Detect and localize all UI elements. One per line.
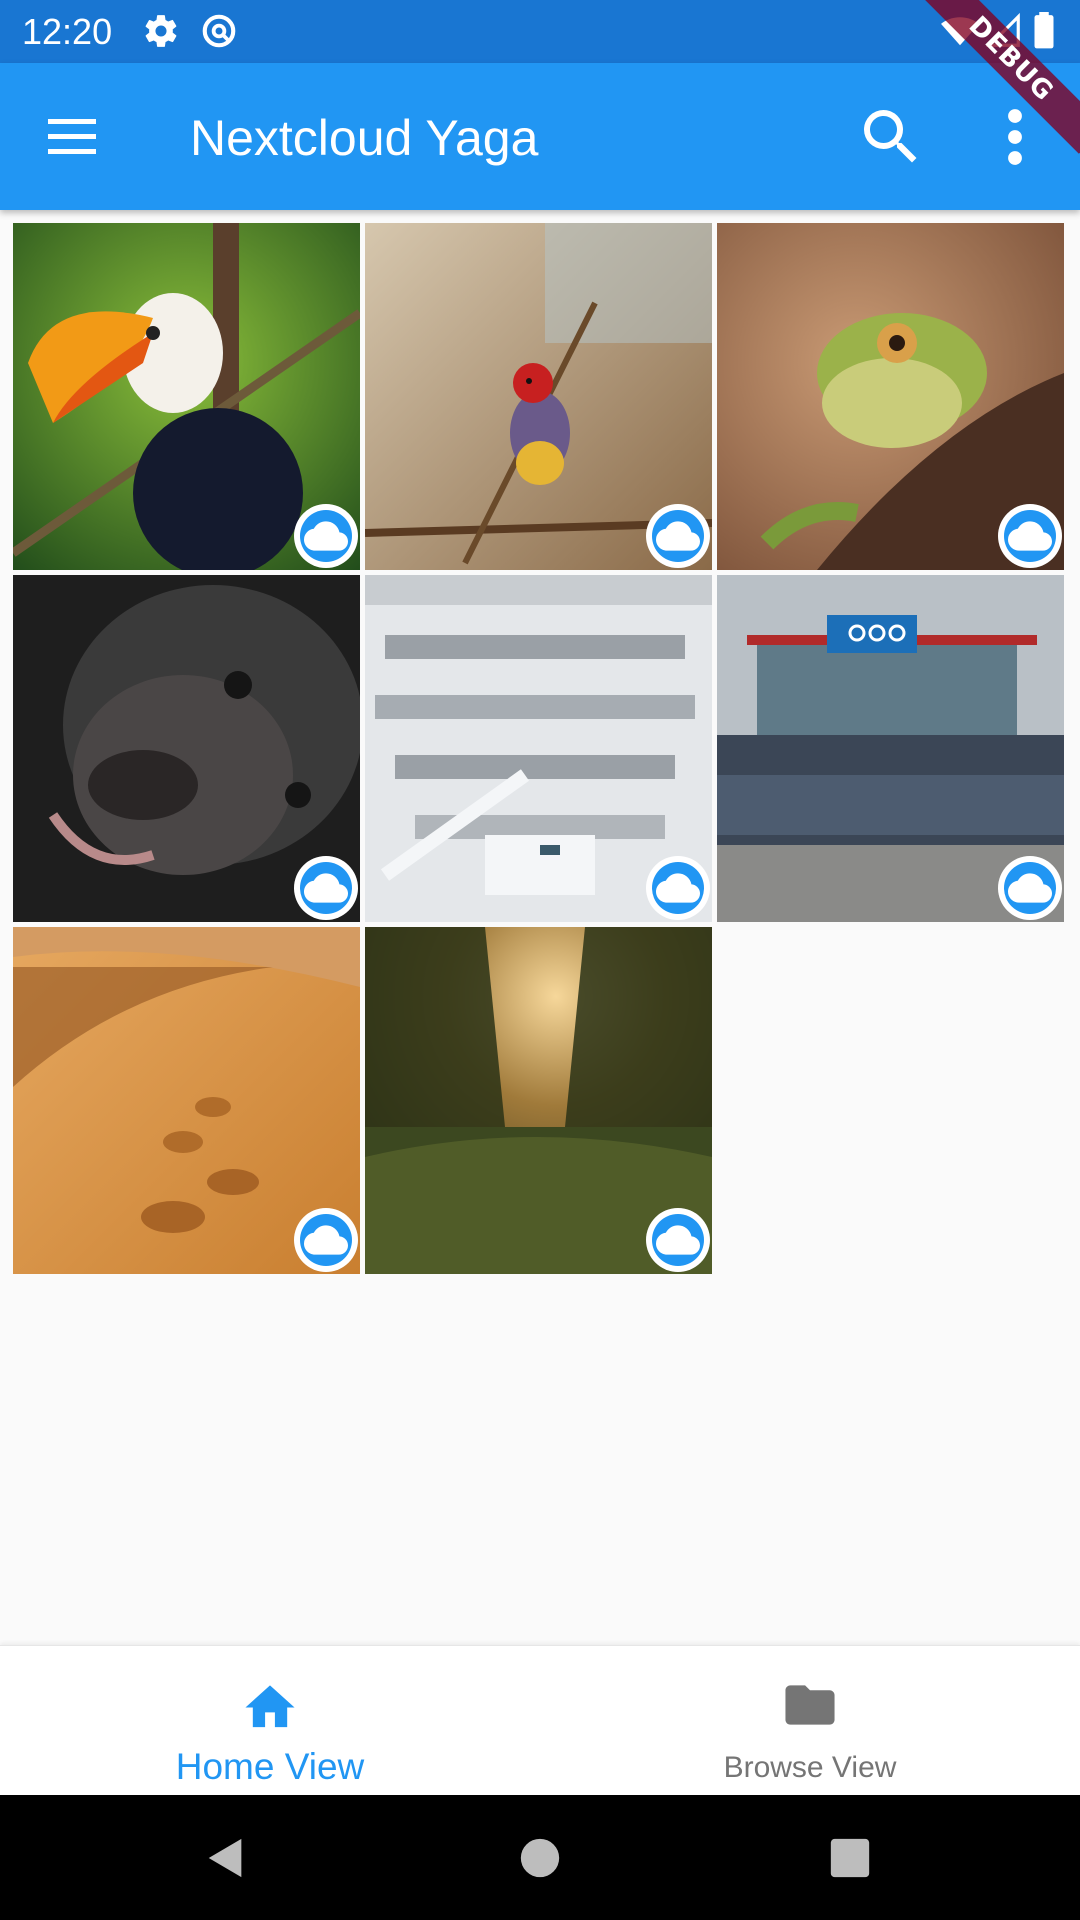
cloud-icon [304,873,348,903]
cloud-icon [656,873,700,903]
home-circle-icon[interactable] [517,1835,563,1881]
gear-icon [145,15,177,47]
photo-tile-gorilla[interactable] [13,575,360,922]
home-icon [245,1685,295,1728]
cloud-icon [1008,873,1052,903]
debug-label: DEBUG [916,0,1080,154]
photo-tile-finch[interactable] [365,223,712,570]
bottom-navigation: Home View Browse View [0,1645,1080,1796]
nav-browse-label: Browse View [723,1751,897,1784]
cloud-icon [304,521,348,551]
debug-banner: DEBUG [910,0,1080,170]
cloud-badge [294,856,358,920]
nav-browse-view[interactable]: Browse View [540,1646,1080,1796]
app-title: Nextcloud Yaga [190,110,539,166]
recents-icon[interactable] [827,1835,873,1881]
no-sync-icon [202,14,236,48]
system-navigation-bar [0,1795,1080,1920]
status-time: 12:20 [22,11,113,52]
photo-tile-field[interactable] [365,927,712,1274]
menu-icon[interactable] [34,105,114,169]
photo-tile-library[interactable] [365,575,712,922]
cloud-badge [294,1208,358,1272]
photo-tile-desert[interactable] [13,927,360,1274]
nav-home-label: Home View [175,1746,365,1787]
cloud-badge [998,856,1062,920]
back-icon[interactable] [203,1835,249,1881]
cloud-badge [646,504,710,568]
cloud-icon [1008,521,1052,551]
nav-home-view[interactable]: Home View [0,1646,540,1796]
photo-tile-frog[interactable] [717,223,1064,570]
cloud-icon [656,521,700,551]
cloud-badge [294,504,358,568]
photo-tile-toucan[interactable] [13,223,360,570]
folder-icon [785,1685,835,1725]
cloud-badge [646,1208,710,1272]
cloud-icon [304,1225,348,1255]
cloud-icon [656,1225,700,1255]
cloud-badge [998,504,1062,568]
photo-tile-group[interactable] [717,575,1064,922]
cloud-badge [646,856,710,920]
